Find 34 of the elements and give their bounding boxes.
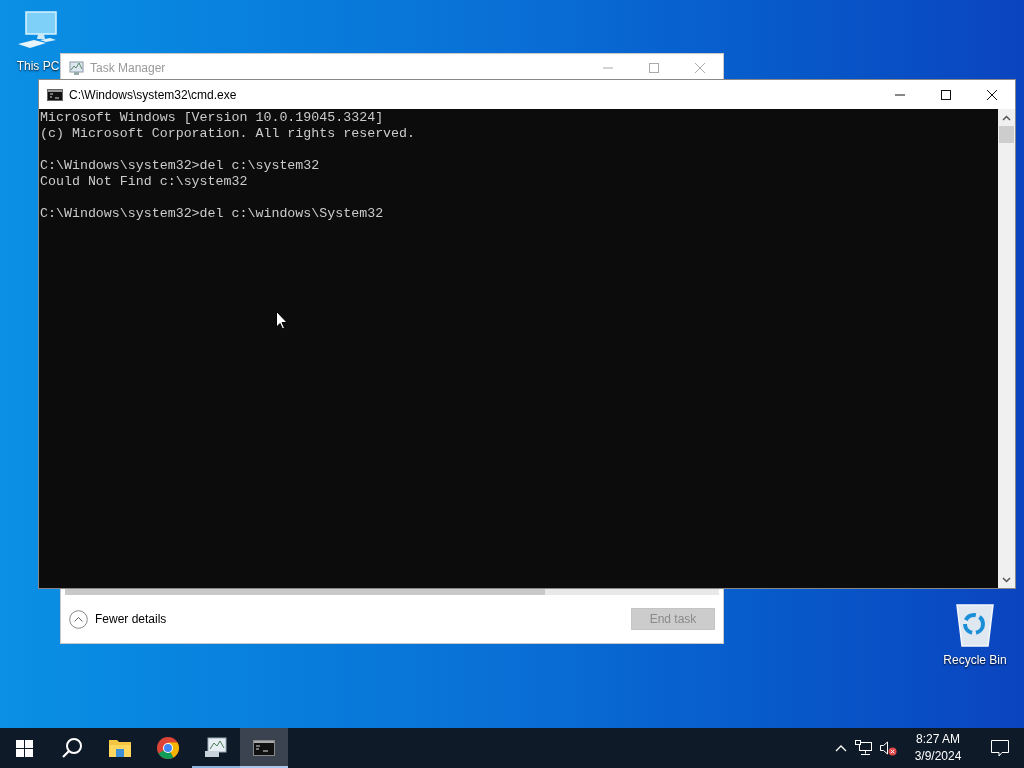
close-icon: [986, 88, 998, 101]
scrollbar[interactable]: [65, 589, 719, 595]
window-title: C:\Windows\system32\cmd.exe: [69, 86, 237, 104]
scrollbar-thumb[interactable]: [999, 126, 1014, 143]
desktop-icon-label[interactable]: This PC: [16, 57, 60, 75]
monitor-chart-icon: [204, 737, 228, 759]
recycle-bin-icon[interactable]: [954, 602, 996, 648]
browser-icon: [156, 736, 180, 760]
console-line: Could Not Find c:\system32: [40, 174, 249, 190]
folder-icon: [108, 738, 132, 758]
speech-bubble-icon: [991, 739, 1009, 757]
console-line: C:\Windows\system32>del c:\system32: [40, 158, 321, 174]
console-line: (c) Microsoft Corporation. All rights reserved.: [40, 126, 417, 142]
maximize-icon: [648, 62, 660, 74]
taskbar-app-button[interactable]: [240, 728, 288, 768]
console-line: C:\Windows\system32>del c:\windows\System32: [40, 206, 385, 222]
terminal-icon: [47, 88, 63, 101]
window-title: Task Manager: [90, 60, 166, 77]
search-icon: [61, 737, 83, 759]
terminal-icon: [253, 740, 275, 756]
console-line: Microsoft Windows [Version 10.0.19045.3324]: [40, 110, 385, 126]
network-icon: [855, 740, 873, 756]
monitor-chart-icon: [69, 60, 85, 76]
fewer-details-toggle[interactable]: Fewer details: [69, 609, 167, 629]
windows-logo-icon: [15, 739, 33, 757]
chevron-up-icon: [835, 744, 847, 752]
maximize-icon: [940, 88, 952, 101]
scrollbar[interactable]: [998, 109, 1015, 588]
desktop-icon-label[interactable]: Recycle Bin: [943, 651, 1007, 669]
mouse-pointer-icon: [276, 311, 288, 330]
chevron-up-icon: [69, 609, 88, 629]
speaker-muted-icon: [879, 740, 897, 756]
clock-button[interactable]: 8:27 AM 3/9/2024: [900, 728, 976, 768]
close-icon: [694, 62, 706, 74]
